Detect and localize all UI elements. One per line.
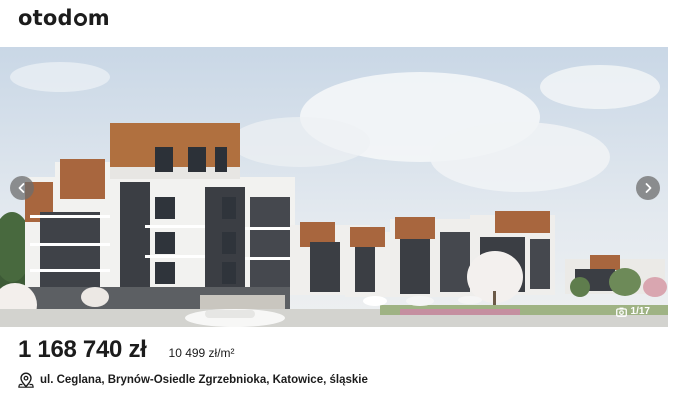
gallery-next-button[interactable]: [636, 176, 660, 200]
listing-address[interactable]: ul. Ceglana, Brynów-Osiedle Zgrzebnioka,…: [40, 374, 368, 386]
map-pin-icon: [18, 372, 34, 388]
address-row[interactable]: ul. Ceglana, Brynów-Osiedle Zgrzebnioka,…: [18, 372, 368, 388]
otodom-logo[interactable]: otod m: [18, 6, 110, 30]
photo-counter-text: 1/17: [630, 306, 650, 317]
chevron-right-icon: [645, 183, 652, 193]
listing-price: 1 168 740 zł: [18, 336, 147, 363]
site-header: otod m: [0, 0, 673, 40]
photo-gallery[interactable]: 1/17: [0, 47, 668, 327]
listing-photo: [0, 47, 668, 327]
logo-text-end: m: [87, 6, 110, 30]
logo-text-start: otod: [18, 6, 73, 30]
chevron-left-icon: [18, 183, 25, 193]
price-per-m2: 10 499 zł/m²: [168, 346, 235, 360]
camera-icon: [615, 307, 627, 317]
price-row: 1 168 740 zł 10 499 zł/m²: [18, 336, 235, 364]
gallery-prev-button[interactable]: [10, 176, 34, 200]
logo-ring-icon: [73, 12, 87, 26]
photo-counter[interactable]: 1/17: [615, 306, 650, 317]
